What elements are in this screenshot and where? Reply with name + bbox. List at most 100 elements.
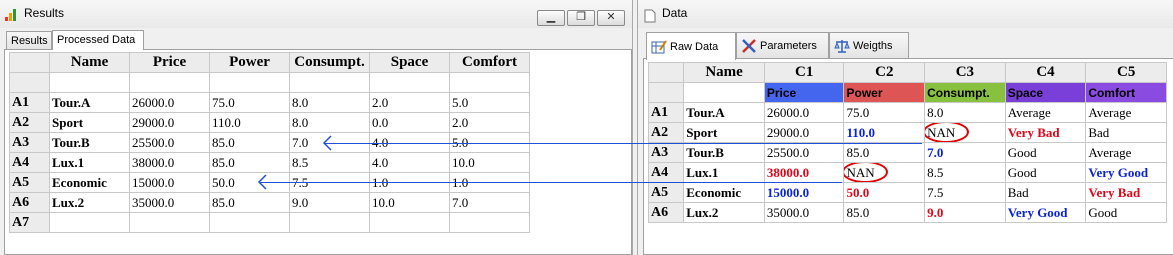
table-cell[interactable]: Bad bbox=[1085, 122, 1167, 143]
table-cell[interactable]: 7.0 bbox=[449, 192, 530, 213]
table-cell[interactable]: 2.0 bbox=[369, 92, 450, 113]
criteria-label[interactable]: Space bbox=[1004, 82, 1087, 103]
table-cell[interactable]: Average bbox=[1004, 102, 1087, 123]
column-header[interactable]: Comfort bbox=[449, 52, 530, 73]
restore-button[interactable]: ❐ bbox=[567, 10, 595, 26]
table-cell[interactable]: 4.0 bbox=[369, 152, 450, 173]
column-header[interactable]: Power bbox=[209, 52, 290, 73]
table-cell[interactable]: 25500.0 bbox=[129, 132, 210, 153]
table-cell[interactable]: 38000.0 bbox=[763, 162, 845, 183]
table-cell[interactable]: Lux.2 bbox=[49, 192, 130, 213]
table-cell[interactable]: 35000.0 bbox=[763, 202, 845, 223]
table-cell[interactable]: 8.5 bbox=[289, 152, 370, 173]
row-header[interactable]: A6 bbox=[9, 192, 50, 213]
table-cell[interactable]: Tour.A bbox=[683, 102, 765, 123]
table-row[interactable]: A4 Lux.1 38000.0 NAN 8.5 Good Very Good bbox=[647, 162, 1167, 183]
column-header[interactable]: Price bbox=[129, 52, 210, 73]
table-cell[interactable]: 26000.0 bbox=[129, 92, 210, 113]
table-cell[interactable]: 9.0 bbox=[924, 202, 1006, 223]
table-cell[interactable]: 7.5 bbox=[924, 182, 1006, 203]
empty-cell[interactable] bbox=[683, 82, 765, 103]
table-cell[interactable]: 85.0 bbox=[843, 142, 926, 163]
table-row[interactable]: A7 bbox=[9, 212, 531, 233]
table-cell[interactable]: 85.0 bbox=[209, 192, 290, 213]
column-header[interactable]: Consumpt. bbox=[289, 52, 370, 73]
table-cell[interactable]: 8.5 bbox=[924, 162, 1006, 183]
tab-raw-data[interactable]: Raw Data bbox=[646, 32, 736, 60]
table-row[interactable]: A2 Sport 29000.0 110.0 NAN Very Bad Bad bbox=[647, 122, 1167, 143]
table-cell[interactable]: 110.0 bbox=[843, 122, 926, 143]
table-cell[interactable]: Very Bad bbox=[1085, 182, 1167, 203]
table-cell[interactable]: Bad bbox=[1004, 182, 1087, 203]
column-header[interactable]: Name bbox=[49, 52, 130, 73]
column-header[interactable]: C4 bbox=[1004, 62, 1087, 83]
table-cell[interactable]: Lux.1 bbox=[683, 162, 765, 183]
table-cell[interactable]: Sport bbox=[49, 112, 130, 133]
row-header[interactable]: A2 bbox=[647, 122, 685, 143]
minimize-button[interactable]: ▁ bbox=[537, 10, 565, 26]
table-cell[interactable]: Economic bbox=[683, 182, 765, 203]
table-cell[interactable]: 35000.0 bbox=[129, 192, 210, 213]
table-cell[interactable]: 29000.0 bbox=[129, 112, 210, 133]
row-header[interactable]: A5 bbox=[9, 172, 50, 193]
table-cell[interactable]: 38000.0 bbox=[129, 152, 210, 173]
table-cell[interactable]: 26000.0 bbox=[763, 102, 845, 123]
table-cell[interactable]: 75.0 bbox=[209, 92, 290, 113]
tab-parameters[interactable]: Parameters bbox=[736, 32, 829, 58]
empty-cell[interactable] bbox=[209, 72, 290, 93]
table-row[interactable]: A2 Sport 29000.0 110.0 8.0 0.0 2.0 bbox=[9, 112, 531, 133]
table-cell[interactable]: Very Good bbox=[1004, 202, 1087, 223]
table-cell[interactable] bbox=[209, 212, 290, 233]
table-row[interactable]: A4 Lux.1 38000.0 85.0 8.5 4.0 10.0 bbox=[9, 152, 531, 173]
table-row[interactable]: A1 Tour.A 26000.0 75.0 8.0 2.0 5.0 bbox=[9, 92, 531, 113]
row-header[interactable]: A7 bbox=[9, 212, 50, 233]
table-cell[interactable]: Sport bbox=[683, 122, 765, 143]
table-cell[interactable]: Average bbox=[1085, 142, 1167, 163]
row-header[interactable]: A2 bbox=[9, 112, 50, 133]
table-cell[interactable]: NAN bbox=[924, 122, 1006, 143]
table-cell[interactable]: Good bbox=[1085, 202, 1167, 223]
column-header[interactable]: C1 bbox=[763, 62, 845, 83]
row-header[interactable]: A3 bbox=[647, 142, 685, 163]
table-cell[interactable] bbox=[49, 212, 130, 233]
empty-cell[interactable] bbox=[369, 72, 450, 93]
criteria-label[interactable]: Consumpt. bbox=[924, 82, 1006, 103]
row-header[interactable]: A1 bbox=[647, 102, 685, 123]
table-cell[interactable]: 85.0 bbox=[209, 152, 290, 173]
table-cell[interactable]: Very Good bbox=[1085, 162, 1167, 183]
table-cell[interactable]: 7.0 bbox=[924, 142, 1006, 163]
table-cell[interactable]: 110.0 bbox=[209, 112, 290, 133]
row-header[interactable]: A4 bbox=[647, 162, 685, 183]
empty-cell[interactable] bbox=[289, 72, 370, 93]
table-row[interactable]: A1 Tour.A 26000.0 75.0 8.0 Average Average bbox=[647, 102, 1167, 123]
table-cell[interactable]: 85.0 bbox=[209, 132, 290, 153]
table-cell[interactable]: 5.0 bbox=[449, 92, 530, 113]
tab-weights[interactable]: Weigths bbox=[829, 32, 909, 58]
table-cell[interactable] bbox=[449, 212, 530, 233]
table-cell[interactable] bbox=[369, 212, 450, 233]
table-row[interactable]: A5 Economic 15000.0 50.0 7.5 Bad Very Bad bbox=[647, 182, 1167, 203]
empty-cell[interactable] bbox=[129, 72, 210, 93]
table-cell[interactable]: Lux.1 bbox=[49, 152, 130, 173]
table-cell[interactable]: 25500.0 bbox=[763, 142, 845, 163]
table-cell[interactable]: 50.0 bbox=[843, 182, 926, 203]
table-cell[interactable]: Tour.B bbox=[683, 142, 765, 163]
table-cell[interactable]: 2.0 bbox=[449, 112, 530, 133]
row-header[interactable]: A5 bbox=[647, 182, 685, 203]
empty-cell[interactable] bbox=[49, 72, 130, 93]
row-header[interactable]: A4 bbox=[9, 152, 50, 173]
criteria-label[interactable]: Price bbox=[763, 82, 845, 103]
row-header[interactable]: A6 bbox=[647, 202, 685, 223]
table-cell[interactable]: 8.0 bbox=[289, 92, 370, 113]
table-cell[interactable]: 9.0 bbox=[289, 192, 370, 213]
criteria-label[interactable]: Power bbox=[843, 82, 926, 103]
table-cell[interactable]: Good bbox=[1004, 142, 1087, 163]
table-cell[interactable]: 10.0 bbox=[449, 152, 530, 173]
row-header[interactable]: A1 bbox=[9, 92, 50, 113]
table-cell[interactable]: Very Bad bbox=[1004, 122, 1087, 143]
table-cell[interactable]: 0.0 bbox=[369, 112, 450, 133]
tab-results[interactable]: Results bbox=[6, 31, 52, 49]
table-cell[interactable]: Tour.A bbox=[49, 92, 130, 113]
criteria-label[interactable]: Comfort bbox=[1085, 82, 1167, 103]
table-cell[interactable]: 75.0 bbox=[843, 102, 926, 123]
